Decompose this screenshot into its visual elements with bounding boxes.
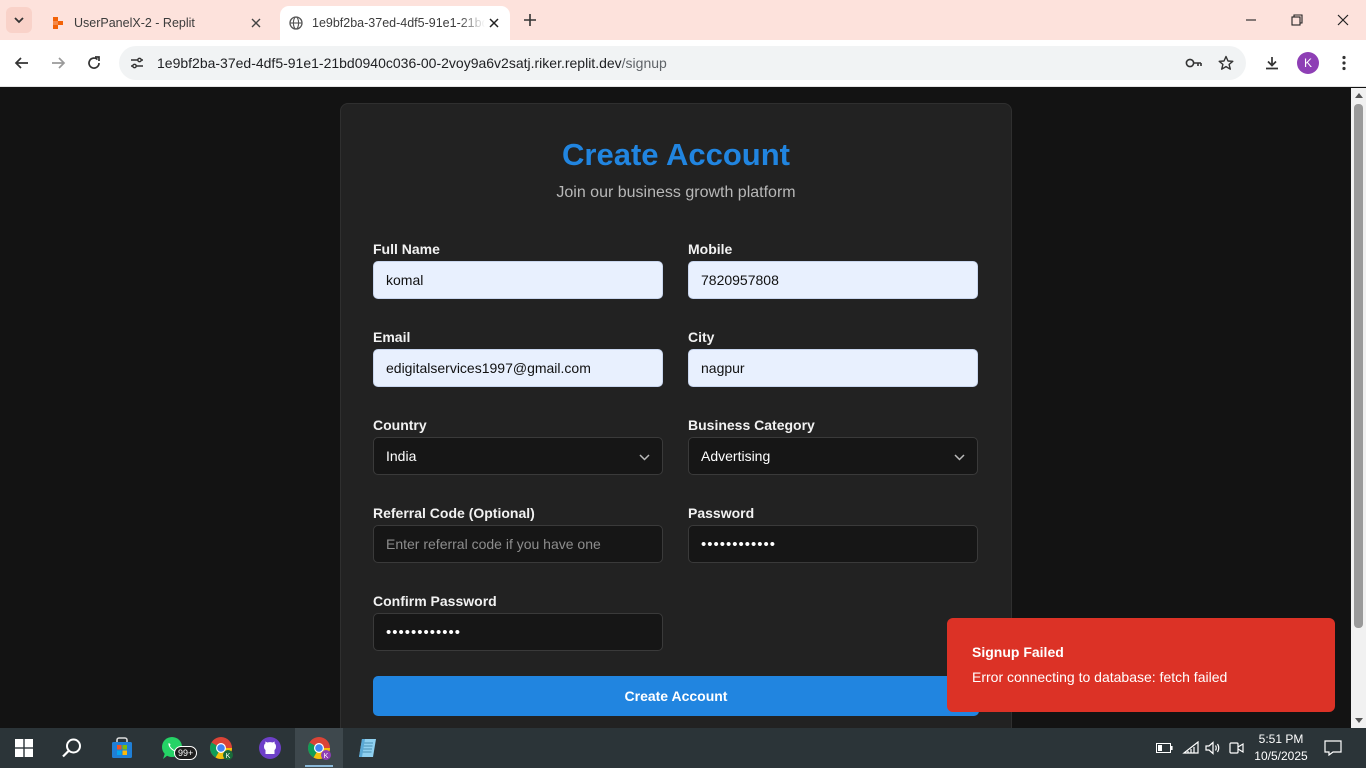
password-label: Password: [688, 505, 755, 521]
business-category-value: Advertising: [701, 448, 771, 464]
new-tab-icon[interactable]: [519, 9, 541, 31]
browser-tab-bar: UserPanelX-2 - Replit 1e9bf2ba-37ed-4df5…: [0, 0, 1366, 40]
signup-card: Create Account Join our business growth …: [340, 103, 1012, 728]
more-menu-icon[interactable]: [1331, 50, 1357, 76]
email-label: Email: [373, 329, 411, 345]
profile-avatar[interactable]: K: [1297, 52, 1319, 74]
minimize-icon[interactable]: [1239, 8, 1263, 32]
business-category-label: Business Category: [688, 417, 815, 433]
confirm-password-label: Confirm Password: [373, 593, 497, 609]
create-account-button[interactable]: Create Account: [373, 676, 979, 716]
search-icon[interactable]: [48, 728, 96, 768]
tab-signup[interactable]: 1e9bf2ba-37ed-4df5-91e1-21bd0940c036-00-…: [280, 6, 510, 40]
notepad-icon[interactable]: [344, 728, 392, 768]
confirm-password-input[interactable]: ••••••••••••: [373, 613, 663, 651]
clock-date: 10/5/2025: [1254, 749, 1308, 763]
camera-icon[interactable]: [1227, 728, 1247, 768]
key-icon[interactable]: [1182, 51, 1206, 75]
chrome-profile-icon[interactable]: K: [197, 728, 245, 768]
toast-title: Signup Failed: [972, 644, 1064, 660]
restore-icon[interactable]: [1285, 8, 1309, 32]
country-label: Country: [373, 417, 427, 433]
network-icon[interactable]: [1180, 728, 1202, 768]
close-tab-icon[interactable]: [485, 14, 503, 32]
page-title: Create Account: [562, 137, 790, 172]
country-select-value: India: [386, 448, 417, 464]
volume-icon[interactable]: [1203, 728, 1223, 768]
scrollbar-thumb[interactable]: [1354, 104, 1363, 628]
country-select[interactable]: India: [373, 437, 663, 475]
whatsapp-icon[interactable]: 99+: [148, 728, 198, 768]
globe-icon: [288, 15, 304, 31]
site-info-icon[interactable]: [125, 51, 149, 75]
windows-start-icon[interactable]: [0, 728, 48, 768]
microsoft-store-icon[interactable]: [98, 728, 146, 768]
toast-message: Error connecting to database: fetch fail…: [972, 669, 1228, 685]
github-icon[interactable]: [246, 728, 294, 768]
error-toast[interactable]: Signup Failed Error connecting to databa…: [947, 618, 1335, 712]
notification-center-icon[interactable]: [1320, 728, 1346, 768]
url-path: /signup: [621, 55, 667, 71]
back-arrow-icon[interactable]: [9, 50, 35, 76]
city-label: City: [688, 329, 715, 345]
browser-toolbar: 1e9bf2ba-37ed-4df5-91e1-21bd0940c036-00-…: [0, 40, 1366, 87]
tab-replit[interactable]: UserPanelX-2 - Replit: [40, 6, 272, 40]
password-input[interactable]: ••••••••••••: [688, 525, 978, 563]
windows-taskbar: 99+ K K 5:51 PM 10/5/2025: [0, 728, 1366, 768]
mobile-input[interactable]: 7820957808: [688, 261, 978, 299]
download-icon[interactable]: [1259, 50, 1285, 76]
svg-text:K: K: [324, 753, 329, 760]
battery-icon[interactable]: [1154, 728, 1174, 768]
referral-code-label: Referral Code (Optional): [373, 505, 535, 521]
full-name-input[interactable]: komal: [373, 261, 663, 299]
reload-icon[interactable]: [81, 50, 107, 76]
mobile-label: Mobile: [688, 241, 733, 257]
forward-arrow-icon[interactable]: [45, 50, 71, 76]
tab-title: UserPanelX-2 - Replit: [74, 16, 195, 30]
url-host: 1e9bf2ba-37ed-4df5-91e1-21bd0940c036-00-…: [157, 55, 622, 71]
replit-icon: [50, 15, 66, 31]
close-window-icon[interactable]: [1331, 8, 1355, 32]
chevron-down-icon: [638, 451, 650, 463]
scroll-up-icon[interactable]: [1354, 91, 1363, 100]
business-category-select[interactable]: Advertising: [688, 437, 978, 475]
tab-search-button[interactable]: [6, 7, 32, 33]
chrome-active-icon[interactable]: K: [295, 728, 343, 768]
bookmark-star-icon[interactable]: [1214, 51, 1238, 75]
tab-title: 1e9bf2ba-37ed-4df5-91e1-21bd0940c036-00-…: [312, 16, 485, 30]
email-input[interactable]: edigitalservices1997@gmail.com: [373, 349, 663, 387]
referral-code-input[interactable]: Enter referral code if you have one: [373, 525, 663, 563]
full-name-label: Full Name: [373, 241, 440, 257]
page-subtitle: Join our business growth platform: [556, 184, 796, 201]
notification-badge: 99+: [174, 746, 198, 760]
svg-text:K: K: [226, 753, 231, 760]
taskbar-clock[interactable]: 5:51 PM 10/5/2025: [1253, 731, 1309, 765]
page-scrollbar[interactable]: [1351, 88, 1366, 728]
scroll-down-icon[interactable]: [1354, 716, 1363, 725]
close-tab-icon[interactable]: [247, 14, 265, 32]
address-bar[interactable]: 1e9bf2ba-37ed-4df5-91e1-21bd0940c036-00-…: [119, 46, 1246, 80]
city-input[interactable]: nagpur: [688, 349, 978, 387]
page-viewport: Create Account Join our business growth …: [0, 88, 1351, 728]
chevron-down-icon: [953, 451, 965, 463]
url-text: 1e9bf2ba-37ed-4df5-91e1-21bd0940c036-00-…: [157, 55, 1182, 71]
clock-time: 5:51 PM: [1258, 732, 1304, 746]
chevron-down-icon: [14, 17, 24, 24]
